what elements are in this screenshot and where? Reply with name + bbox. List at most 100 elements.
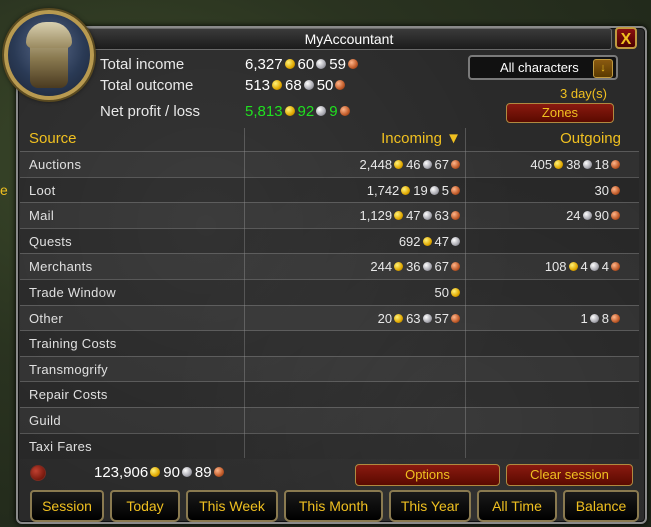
- silver-amount: 19: [413, 182, 428, 198]
- silver-amount: 46: [406, 157, 421, 172]
- tab-session[interactable]: Session: [30, 490, 104, 522]
- total-income-value: 6,327 60 59: [245, 56, 361, 73]
- copper-coin-icon: [451, 262, 460, 272]
- table-row: Transmogrify: [20, 355, 639, 382]
- table-row: Taxi Fares: [20, 432, 639, 459]
- source-cell: Taxi Fares: [29, 438, 92, 454]
- silver-coin-icon: [429, 185, 439, 195]
- tab-all-time[interactable]: All Time: [477, 490, 557, 522]
- tab-this-week[interactable]: This Week: [186, 490, 278, 522]
- copper-amount: 9: [329, 103, 338, 120]
- column-header-source[interactable]: Source: [29, 128, 77, 150]
- window-title: MyAccountant: [86, 28, 612, 50]
- copper-amount: 90: [594, 208, 609, 224]
- chevron-down-icon[interactable]: ↓: [593, 59, 613, 78]
- copper-coin-icon: [451, 160, 460, 170]
- table-row: Trade Window 50: [20, 279, 639, 305]
- source-cell: Guild: [29, 413, 61, 428]
- source-cell: Loot: [29, 182, 56, 198]
- copper-coin-icon: [451, 313, 460, 323]
- silver-amount: 38: [566, 157, 581, 172]
- copper-amount: 67: [434, 259, 449, 275]
- total-outcome-label: Total outcome: [100, 77, 194, 94]
- copper-coin-icon: [335, 80, 346, 91]
- in-cell: 1,129 47 63: [360, 203, 463, 228]
- out-cell: 18: [581, 306, 623, 331]
- silver-coin-icon: [181, 467, 192, 478]
- gold-coin-icon: [394, 160, 404, 170]
- close-button[interactable]: X: [615, 27, 637, 49]
- silver-amount: 1: [580, 310, 588, 326]
- silver-amount: 36: [406, 259, 421, 275]
- silver-coin-icon: [303, 80, 314, 91]
- silver-coin-icon: [589, 262, 599, 272]
- net-profit-label: Net profit / loss: [100, 103, 201, 120]
- gold-coin-icon: [272, 80, 283, 91]
- silver-coin-icon: [589, 313, 599, 323]
- table-row: Mail 1,129 47 63 24 90: [20, 202, 639, 228]
- character-dropdown-value: All characters: [500, 60, 579, 75]
- silver-coin-icon: [451, 236, 460, 246]
- silver-amount: 92: [297, 103, 315, 120]
- copper-coin-icon: [347, 59, 358, 70]
- gold-coin-icon: [554, 160, 564, 170]
- tab-balance[interactable]: Balance: [563, 490, 639, 522]
- source-cell: Trade Window: [29, 285, 116, 300]
- source-cell: Quests: [29, 233, 72, 249]
- gold-coin-icon: [150, 467, 161, 478]
- in-cell: 244 36 67: [370, 254, 463, 279]
- gold-amount: 244: [370, 259, 393, 275]
- copper-amount: 63: [434, 208, 449, 224]
- table-row: Guild: [20, 407, 639, 433]
- silver-coin-icon: [422, 160, 432, 170]
- net-profit-value: 5,813 92 9: [245, 103, 353, 120]
- silver-coin-icon: [316, 59, 327, 70]
- zones-button[interactable]: Zones: [506, 103, 614, 123]
- character-portrait: [4, 10, 94, 100]
- tab-today[interactable]: Today: [110, 490, 180, 522]
- gold-amount: 108: [544, 259, 567, 275]
- gold-amount: 692: [398, 233, 421, 249]
- table-row: Training Costs: [20, 330, 639, 357]
- silver-amount: 60: [297, 56, 315, 73]
- silver-coin-icon: [582, 211, 592, 221]
- silver-coin-icon: [582, 160, 592, 170]
- silver-coin-icon: [422, 262, 432, 272]
- gold-amount: 5,813: [245, 103, 283, 120]
- options-button[interactable]: Options: [355, 464, 500, 486]
- total-income-label: Total income: [100, 56, 185, 73]
- table-row: Other 20 63 57 1 8: [20, 304, 639, 331]
- in-cell: 1,742 19 5: [367, 178, 463, 203]
- tab-this-month[interactable]: This Month: [284, 490, 383, 522]
- copper-coin-icon: [451, 211, 460, 221]
- source-cell: Training Costs: [29, 336, 117, 352]
- footer-total-balance: 123,906 90 89: [94, 464, 227, 481]
- copper-amount: 30: [594, 182, 609, 198]
- clear-session-button[interactable]: Clear session: [506, 464, 633, 486]
- out-cell: 30: [595, 178, 623, 203]
- footer-info-icon[interactable]: [30, 465, 46, 481]
- gold-coin-icon: [394, 313, 404, 323]
- gold-amount: 405: [530, 157, 553, 172]
- source-cell: Auctions: [29, 157, 82, 172]
- gold-coin-icon: [284, 106, 295, 117]
- gold-amount: 513: [245, 77, 271, 94]
- gold-coin-icon: [394, 262, 404, 272]
- copper-coin-icon: [611, 262, 620, 272]
- table-row: Auctions 2,448 46 67 405 38 18: [20, 151, 639, 177]
- copper-amount: 5: [441, 182, 449, 198]
- in-cell: 2,448 46 67: [360, 152, 463, 177]
- in-cell: 20 63 57: [378, 306, 463, 331]
- column-header-incoming[interactable]: Incoming ▼: [381, 128, 461, 150]
- copper-amount: 89: [194, 464, 212, 481]
- tab-this-year[interactable]: This Year: [389, 490, 471, 522]
- out-cell: 108 4 4: [545, 254, 623, 279]
- character-dropdown[interactable]: All characters ↓: [468, 55, 618, 80]
- gold-amount: 50: [434, 285, 449, 300]
- copper-coin-icon: [339, 106, 350, 117]
- in-cell: 50: [435, 280, 463, 305]
- copper-amount: 57: [434, 310, 449, 326]
- silver-amount: 47: [406, 208, 421, 224]
- column-header-outgoing[interactable]: Outgoing: [560, 128, 621, 150]
- gold-amount: 123,906: [94, 464, 149, 481]
